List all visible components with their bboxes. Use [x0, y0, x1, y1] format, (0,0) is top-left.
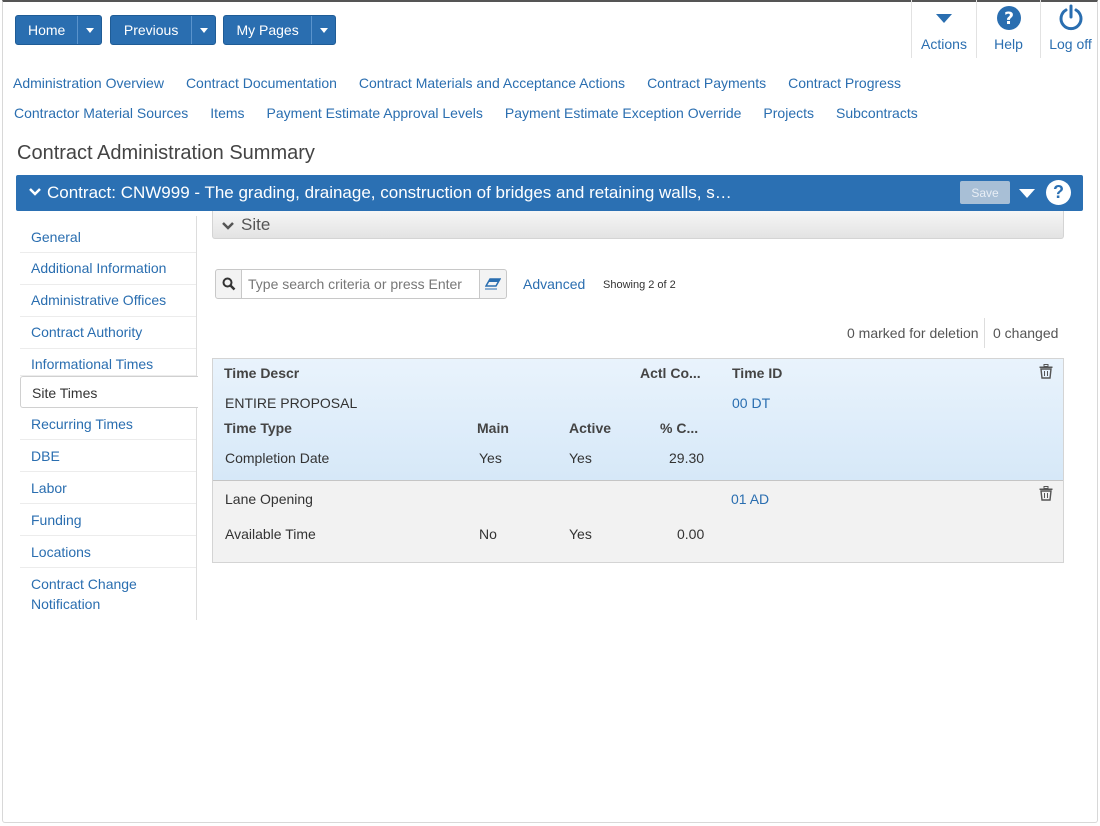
- cell-pct-complete[interactable]: 29.30: [669, 450, 704, 466]
- sidebar-item-general[interactable]: General: [20, 221, 196, 253]
- header-time-type: Time Type: [224, 420, 292, 436]
- link-administration-overview[interactable]: Administration Overview: [13, 75, 164, 91]
- chevron-down-icon[interactable]: [28, 185, 42, 202]
- sidebar-item-site-times[interactable]: Site Times: [20, 376, 198, 408]
- cell-time-id[interactable]: 01 AD: [731, 491, 769, 507]
- top-toolbar: Actions ? Help Log off: [911, 0, 1100, 58]
- cell-time-descr[interactable]: ENTIRE PROPOSAL: [225, 395, 357, 411]
- contract-title: Contract: CNW999 - The grading, drainage…: [47, 183, 732, 202]
- sidebar-item-contract-authority[interactable]: Contract Authority: [20, 317, 196, 349]
- site-section-title: Site: [241, 215, 271, 234]
- search-box: [215, 269, 507, 299]
- cell-active[interactable]: Yes: [569, 526, 592, 542]
- previous-button-label[interactable]: Previous: [111, 16, 191, 44]
- sidebar: General Additional Information Administr…: [20, 216, 198, 620]
- help-icon[interactable]: ?: [1046, 180, 1071, 205]
- sidebar-item-recurring-times[interactable]: Recurring Times: [20, 408, 196, 440]
- header-active: Active: [569, 420, 612, 436]
- cell-main[interactable]: Yes: [479, 450, 502, 466]
- page-title: Contract Administration Summary: [17, 142, 315, 164]
- actions-label[interactable]: Actions: [921, 36, 967, 52]
- header-main: Main: [477, 420, 509, 436]
- home-button-label[interactable]: Home: [16, 16, 77, 44]
- header-time-descr: Time Descr: [224, 365, 300, 381]
- link-contract-documentation[interactable]: Contract Documentation: [186, 75, 337, 91]
- sidebar-item-administrative-offices[interactable]: Administrative Offices: [20, 285, 196, 317]
- home-dropdown-icon[interactable]: [77, 16, 101, 44]
- link-contractor-material-sources[interactable]: Contractor Material Sources: [14, 105, 188, 121]
- sidebar-item-additional-information[interactable]: Additional Information: [20, 253, 196, 285]
- my-pages-button-label[interactable]: My Pages: [224, 16, 311, 44]
- link-projects[interactable]: Projects: [763, 105, 814, 121]
- chevron-down-icon[interactable]: [935, 3, 953, 33]
- actions-menu[interactable]: Actions: [911, 0, 976, 58]
- my-pages-button[interactable]: My Pages: [223, 15, 336, 45]
- table-row[interactable]: Time Descr Actl Co... Time ID ENTIRE PRO…: [213, 359, 1063, 481]
- help-menu[interactable]: ? Help: [976, 0, 1040, 58]
- cell-main[interactable]: No: [479, 526, 497, 542]
- chevron-down-icon[interactable]: [1019, 189, 1035, 198]
- link-payment-estimate-override[interactable]: Payment Estimate Exception Override: [505, 105, 742, 121]
- cell-time-id[interactable]: 00 DT: [732, 395, 770, 411]
- link-payment-estimate-approval[interactable]: Payment Estimate Approval Levels: [267, 105, 483, 121]
- power-icon[interactable]: [1058, 3, 1084, 33]
- site-section-header[interactable]: Site: [212, 211, 1064, 239]
- previous-dropdown-icon[interactable]: [191, 16, 215, 44]
- search-input[interactable]: [241, 270, 480, 298]
- link-items[interactable]: Items: [210, 105, 244, 121]
- cell-time-type[interactable]: Completion Date: [225, 450, 329, 466]
- changed-count: 0 changed: [993, 325, 1059, 341]
- header-actl-co: Actl Co...: [640, 365, 701, 381]
- sidebar-item-contract-change-notification[interactable]: Contract Change Notification: [20, 568, 160, 620]
- logoff-menu[interactable]: Log off: [1040, 0, 1100, 58]
- link-contract-payments[interactable]: Contract Payments: [647, 75, 766, 91]
- link-contract-materials[interactable]: Contract Materials and Acceptance Action…: [359, 75, 625, 91]
- help-label[interactable]: Help: [994, 36, 1023, 52]
- advanced-search-link[interactable]: Advanced: [523, 276, 585, 292]
- sidebar-item-locations[interactable]: Locations: [20, 536, 196, 568]
- contract-header-bar[interactable]: Contract: CNW999 - The grading, drainage…: [16, 175, 1083, 211]
- my-pages-dropdown-icon[interactable]: [311, 16, 335, 44]
- sidebar-item-dbe[interactable]: DBE: [20, 440, 196, 472]
- marked-for-deletion-count: 0 marked for deletion: [847, 325, 979, 341]
- link-row-1: Administration Overview Contract Documen…: [13, 75, 923, 91]
- eraser-icon[interactable]: [479, 270, 506, 298]
- sidebar-item-funding[interactable]: Funding: [20, 504, 196, 536]
- divider: [984, 318, 985, 348]
- record-count: Showing 2 of 2: [603, 279, 676, 291]
- site-times-grid: Time Descr Actl Co... Time ID ENTIRE PRO…: [212, 358, 1064, 563]
- svg-text:?: ?: [1004, 9, 1014, 29]
- cell-pct-complete[interactable]: 0.00: [677, 526, 704, 542]
- table-row[interactable]: Lane Opening 01 AD Available Time No Yes…: [213, 481, 1063, 562]
- link-contract-progress[interactable]: Contract Progress: [788, 75, 901, 91]
- trash-icon[interactable]: [1039, 364, 1053, 382]
- help-icon[interactable]: ?: [996, 3, 1022, 33]
- search-icon[interactable]: [216, 270, 241, 298]
- header-pct-complete: % C...: [660, 420, 699, 436]
- trash-icon[interactable]: [1039, 486, 1053, 504]
- header-time-id: Time ID: [732, 365, 783, 381]
- home-button[interactable]: Home: [15, 15, 102, 45]
- link-row-2: Contractor Material Sources Items Paymen…: [14, 105, 940, 121]
- logoff-label[interactable]: Log off: [1049, 36, 1092, 52]
- save-button[interactable]: Save: [960, 181, 1010, 204]
- cell-time-descr[interactable]: Lane Opening: [225, 491, 313, 507]
- sidebar-item-informational-times[interactable]: Informational Times: [20, 349, 196, 376]
- chevron-down-icon[interactable]: [221, 219, 235, 235]
- link-subcontracts[interactable]: Subcontracts: [836, 105, 918, 121]
- cell-active[interactable]: Yes: [569, 450, 592, 466]
- cell-time-type[interactable]: Available Time: [225, 526, 316, 542]
- previous-button[interactable]: Previous: [110, 15, 216, 45]
- sidebar-item-labor[interactable]: Labor: [20, 472, 196, 504]
